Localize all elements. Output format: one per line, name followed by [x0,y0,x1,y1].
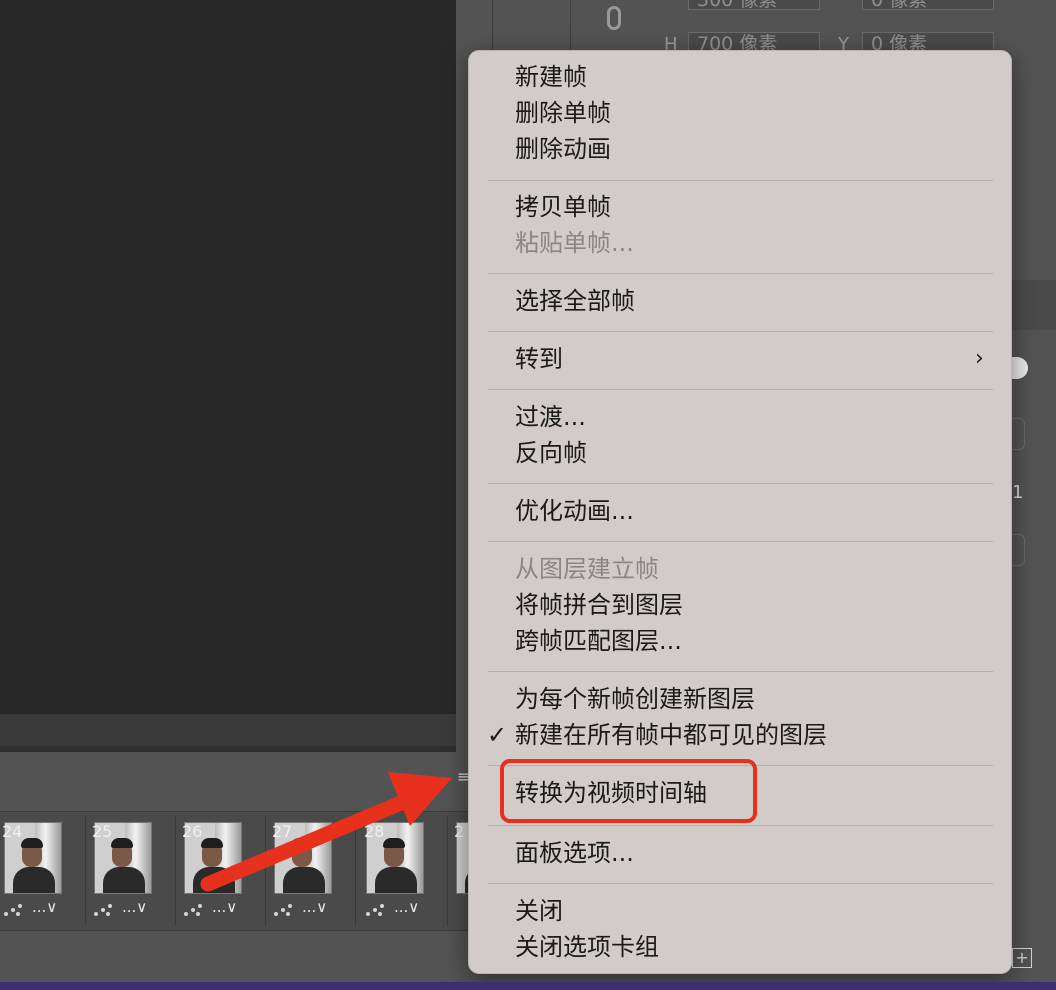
menu-item[interactable]: 新建帧 [515,59,587,95]
panel-header-strip [1010,280,1056,330]
check-icon: ✓ [487,721,508,749]
menu-item: 粘贴单帧... [515,229,634,257]
frame-delay[interactable]: ...∨ [212,898,237,916]
menu-item[interactable]: 为每个新帧创建新图层 [515,681,755,717]
side-number: 1 [1012,482,1024,503]
menu-item[interactable]: 删除动画 [515,131,611,167]
disposal-dots-icon[interactable] [364,902,390,918]
timeline-context-menu: 新建帧 删除单帧 删除动画拷贝单帧粘贴单帧... 选择全部帧转到 › 过渡... 反向帧优化… [468,50,1012,974]
menu-item[interactable]: 拷贝单帧 [515,189,611,225]
menu-separator [488,273,993,274]
menu-separator [488,825,993,826]
add-icon[interactable]: + [1012,948,1032,968]
frame-delay[interactable]: ...∨ [394,898,419,916]
frame-number: 27 [272,822,293,841]
animation-frame[interactable]: 26 ...∨ [180,816,266,926]
menu-separator [488,671,993,672]
highlight-box [500,759,757,823]
menu-item[interactable]: 反向帧 [515,435,587,471]
animation-frame[interactable]: 27 ...∨ [270,816,356,926]
menu-item[interactable]: 将帧拼合到图层 [515,587,683,623]
menu-item[interactable]: 删除单帧 [515,95,611,131]
frame-delay[interactable]: ...∨ [122,898,147,916]
frame-delay[interactable]: ...∨ [32,898,57,916]
menu-item[interactable]: 关闭选项卡组 [515,929,659,965]
frames-strip: 24 ...∨ 25 ...∨ 26 ...∨ 27 ...∨ 28 ...∨ 2 [0,811,538,931]
menu-separator [488,483,993,484]
width-field[interactable]: 300 像素 [688,0,820,11]
frame-number: 2 [454,822,465,841]
menu-item[interactable]: 跨帧匹配图层... [515,623,682,659]
menu-separator [488,331,993,332]
menu-item[interactable]: 选择全部帧 [515,283,635,319]
frame-number: 26 [182,822,203,841]
frame-number: 28 [364,822,385,841]
disposal-dots-icon[interactable] [2,902,28,918]
menu-item: 从图层建立帧 [515,555,659,583]
canvas-status-bar [0,714,470,746]
animation-frame[interactable]: 28 ...∨ [362,816,448,926]
frame-delay[interactable]: ...∨ [302,898,327,916]
menu-separator [488,180,993,181]
disposal-dots-icon[interactable] [272,902,298,918]
menu-item[interactable]: 面板选项... [515,835,634,871]
document-canvas[interactable] [0,0,456,714]
menu-item[interactable]: 关闭 [515,893,563,929]
animation-frame[interactable]: 24 ...∨ [0,816,86,926]
frame-number: 24 [2,822,23,841]
disposal-dots-icon[interactable] [182,902,208,918]
menu-item[interactable]: 新建在所有帧中都可见的图层 [515,717,827,753]
menu-separator [488,883,993,884]
dropdown-chevron-icon[interactable] [1010,418,1025,450]
menu-item[interactable]: 转到 [515,341,563,377]
disposal-dots-icon[interactable] [92,902,118,918]
frame-number: 25 [92,822,113,841]
menu-item[interactable]: 过渡... [515,399,586,435]
dropdown-chevron-icon[interactable] [1010,534,1025,566]
link-icon[interactable] [607,6,621,30]
menu-separator [488,541,993,542]
window-bottom-strip [0,982,1056,990]
animation-frame[interactable]: 25 ...∨ [90,816,176,926]
x-field[interactable]: 0 像素 [862,0,994,11]
menu-item[interactable]: 优化动画... [515,493,634,529]
menu-separator [488,389,993,390]
chevron-right-icon: › [975,346,984,371]
